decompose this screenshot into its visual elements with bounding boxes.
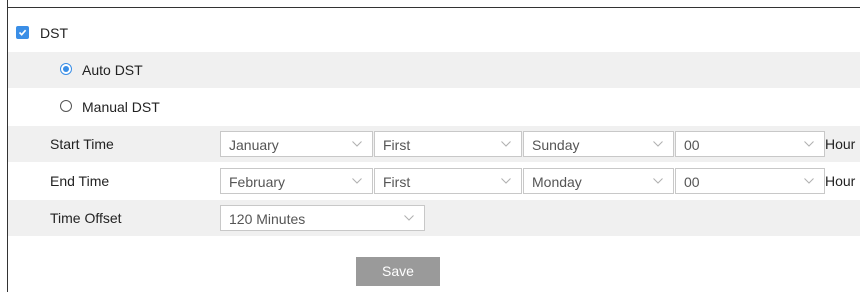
start-day-select[interactable]: Sunday [523,131,674,157]
check-icon [18,29,27,36]
time-offset-label: Time Offset [50,210,122,226]
end-month-select[interactable]: February [220,168,373,194]
end-day-select[interactable]: Monday [523,168,674,194]
end-hour-unit: Hour [825,173,856,189]
end-week-select[interactable]: First [374,168,522,194]
chevron-down-icon [501,178,511,184]
start-time-label: Start Time [50,136,114,152]
auto-dst-radio[interactable] [60,63,72,75]
chevron-down-icon [804,141,814,147]
end-time-row: End Time February First Monday 00 Hour [8,163,860,199]
manual-dst-row: Manual DST [8,89,860,125]
start-week-value: First [383,137,411,153]
end-month-value: February [229,174,286,190]
save-button[interactable]: Save [356,257,440,286]
chevron-down-icon [804,178,814,184]
time-offset-row: Time Offset 120 Minutes [8,200,860,236]
start-month-select[interactable]: January [220,131,373,157]
end-hour-select[interactable]: 00 [675,168,825,194]
start-hour-unit: Hour [825,136,856,152]
end-time-label: End Time [50,173,110,189]
start-time-row: Start Time January First Sunday 00 Hour [8,126,860,162]
chevron-down-icon [404,215,414,221]
end-week-value: First [383,174,411,190]
chevron-down-icon [653,141,663,147]
time-offset-value: 120 Minutes [229,211,306,227]
dst-checkbox[interactable] [16,26,29,39]
chevron-down-icon [653,178,663,184]
auto-dst-label[interactable]: Auto DST [82,62,143,78]
end-day-value: Monday [532,174,582,190]
start-month-value: January [229,137,279,153]
start-hour-select[interactable]: 00 [675,131,825,157]
dst-row: DST [8,15,860,51]
start-hour-value: 00 [684,137,700,153]
start-week-select[interactable]: First [374,131,522,157]
manual-dst-label[interactable]: Manual DST [82,99,160,115]
chevron-down-icon [501,141,511,147]
time-offset-select[interactable]: 120 Minutes [220,205,425,231]
auto-dst-row: Auto DST [8,52,860,88]
frame-border-top [7,7,860,8]
dst-label: DST [40,25,68,41]
start-day-value: Sunday [532,137,580,153]
chevron-down-icon [352,178,362,184]
end-hour-value: 00 [684,174,700,190]
chevron-down-icon [352,141,362,147]
manual-dst-radio[interactable] [60,100,72,112]
